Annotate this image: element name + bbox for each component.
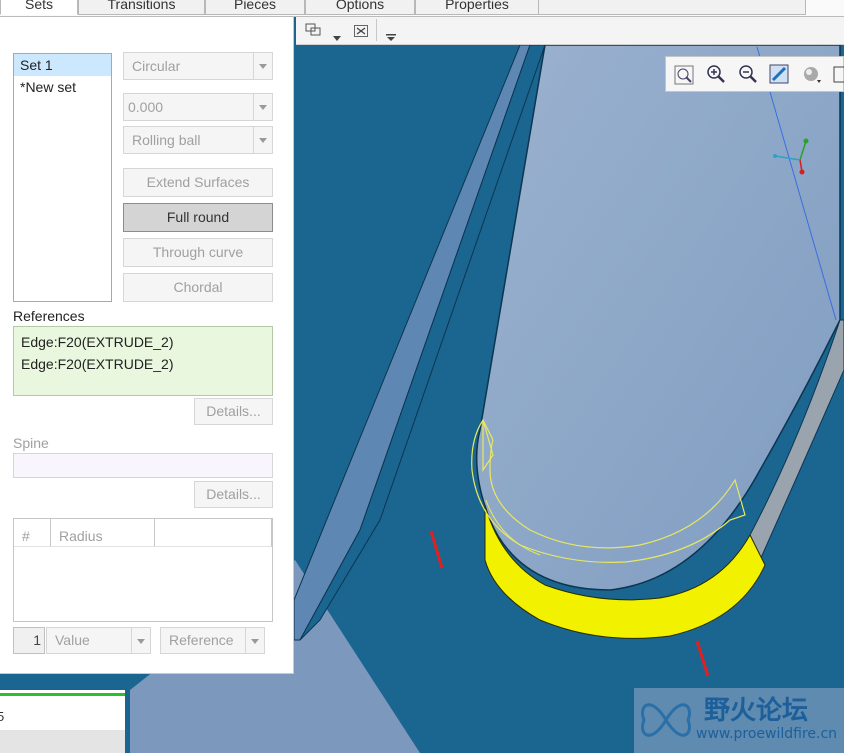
dimension-marker [695, 640, 710, 677]
radius-table[interactable]: # Radius [13, 518, 273, 622]
column-header-extra [155, 519, 272, 547]
list-item-set-1[interactable]: Set 1 [14, 54, 111, 76]
spine-heading: Spine [13, 435, 49, 451]
spine-details-button[interactable]: Details... [194, 481, 273, 508]
chevron-down-icon [253, 127, 272, 153]
saved-views-icon[interactable] [833, 64, 844, 87]
chevron-down-icon [253, 94, 272, 120]
refit-icon[interactable] [674, 65, 694, 88]
partial-label: 5 [0, 709, 5, 724]
tab-transitions[interactable]: Transitions [78, 0, 205, 15]
dropdown-arrow-icon[interactable] [333, 28, 341, 44]
toolbar-divider [376, 19, 377, 41]
references-collector[interactable]: Edge:F20(EXTRUDE_2) Edge:F20(EXTRUDE_2) [13, 326, 273, 396]
column-header-radius: Radius [51, 519, 155, 547]
through-curve-button[interactable]: Through curve [123, 238, 273, 267]
value-dropdown-label: Value [55, 632, 90, 648]
tab-bar-spacer [539, 0, 806, 15]
chevron-down-icon [131, 628, 150, 653]
chevron-down-icon [245, 628, 264, 653]
reference-item[interactable]: Edge:F20(EXTRUDE_2) [21, 331, 272, 353]
list-item-new-set[interactable]: *New set [14, 76, 111, 98]
reference-dropdown-label: Reference [169, 632, 234, 648]
view-toolbar [665, 56, 844, 92]
radius-dropdown-value: 0.000 [128, 99, 164, 115]
method-dropdown[interactable]: Rolling ball [123, 126, 273, 154]
dimension-marker [429, 530, 444, 569]
tab-options[interactable]: Options [305, 0, 415, 15]
extend-surfaces-button[interactable]: Extend Surfaces [123, 168, 273, 197]
butterfly-logo-icon [641, 703, 691, 737]
reference-item[interactable]: Edge:F20(EXTRUDE_2) [21, 353, 272, 375]
watermark-title: 野火论坛 [704, 696, 809, 726]
part-face [475, 44, 841, 591]
sets-panel: Set 1 *New set Circular 0.000 Rolling ba… [0, 17, 294, 674]
shape-dropdown[interactable]: Circular [123, 52, 273, 80]
progress-strip [0, 693, 125, 696]
watermark-url: www.proewildfire.cn [696, 726, 838, 742]
references-details-button[interactable]: Details... [194, 398, 273, 425]
dashboard-tab-bar: Sets Transitions Pieces Options Properti… [0, 0, 844, 17]
chevron-down-icon [253, 53, 272, 79]
sets-list[interactable]: Set 1 *New set [13, 53, 112, 302]
point-index-field[interactable]: 1 [13, 627, 45, 654]
radius-dropdown[interactable]: 0.000 [123, 93, 273, 121]
zoom-out-icon[interactable] [738, 64, 758, 87]
close-preview-icon[interactable] [354, 24, 368, 40]
chordal-button[interactable]: Chordal [123, 273, 273, 302]
tab-pieces[interactable]: Pieces [205, 0, 305, 15]
model-tree-partial: 5 [0, 690, 125, 753]
tab-sets[interactable]: Sets [0, 0, 78, 15]
tab-properties[interactable]: Properties [415, 0, 539, 15]
references-heading: References [13, 308, 85, 324]
shape-dropdown-value: Circular [132, 58, 181, 74]
repaint-icon[interactable] [769, 64, 789, 87]
tree-row[interactable] [0, 730, 125, 753]
watermark: 野火论坛 www.proewildfire.cn [634, 688, 844, 753]
value-dropdown[interactable]: Value [46, 627, 151, 654]
spine-collector[interactable] [13, 453, 273, 478]
reference-dropdown[interactable]: Reference [160, 627, 265, 654]
full-round-button[interactable]: Full round [123, 203, 273, 232]
pause-preview-icon[interactable] [305, 23, 321, 37]
more-options-icon[interactable] [386, 28, 396, 44]
method-dropdown-value: Rolling ball [132, 132, 201, 148]
display-style-icon[interactable] [801, 64, 823, 87]
graphics-toolbar [296, 17, 844, 45]
column-header-number: # [14, 519, 51, 547]
zoom-in-icon[interactable] [706, 64, 726, 87]
